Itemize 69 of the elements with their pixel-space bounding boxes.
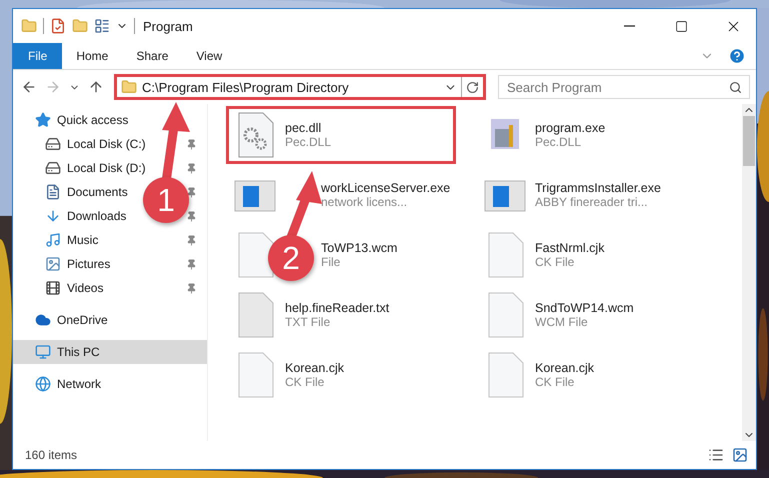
file-type: CK File	[285, 375, 326, 389]
file-name[interactable]: SndToWP14.wcm	[535, 301, 634, 315]
maximize-icon	[674, 20, 688, 32]
sidebar-item[interactable]: OneDrive	[13, 308, 207, 332]
pin-icon	[186, 186, 197, 198]
sidebar-item[interactable]: Network	[13, 372, 207, 396]
file-type: Pec.DLL	[535, 135, 582, 149]
file-name[interactable]: Korean.cjk	[535, 361, 594, 375]
cloud-icon	[35, 312, 51, 328]
sidebar-item[interactable]: Documents	[13, 180, 136, 204]
pin-icon	[186, 162, 197, 174]
view-options-icon[interactable]	[94, 18, 110, 34]
file-name[interactable]: program.exe	[535, 121, 606, 135]
scroll-thumb[interactable]	[743, 116, 755, 166]
drive-icon	[45, 136, 61, 152]
item-count: 160 items	[25, 448, 78, 462]
pin-icon	[186, 138, 197, 150]
pin-icon	[186, 234, 197, 246]
large-icons-view-icon[interactable]	[732, 447, 748, 463]
file-type: CK File	[535, 375, 576, 389]
minimize-icon	[624, 25, 634, 27]
file-type: WCM File	[535, 315, 589, 329]
address-path: C:\Program Files\Program Directory	[141, 80, 350, 94]
folder-icon	[121, 79, 137, 95]
sidebar-item[interactable]: Music	[13, 228, 106, 252]
file-name[interactable]: Korean.cjk	[285, 361, 344, 375]
file-type: ABBY finereader tri...	[535, 195, 648, 209]
file-name[interactable]: ToWP13.wcm	[321, 241, 398, 255]
ribbon-tab[interactable]: Home	[62, 43, 122, 69]
download-icon	[45, 208, 61, 224]
file-type: Pec.DLL	[285, 135, 332, 149]
sidebar-item[interactable]: Local Disk (D:)	[13, 156, 154, 180]
pin-icon	[186, 282, 197, 294]
file-name[interactable]: pec.dll	[285, 121, 332, 135]
globe-icon	[35, 376, 51, 392]
star-icon	[35, 112, 51, 128]
help-icon[interactable]	[728, 47, 746, 65]
sidebar-item[interactable]: Local Disk (C:)	[13, 132, 154, 156]
file-menu-button[interactable]: File	[13, 43, 62, 69]
ribbon-tab[interactable]: View	[182, 43, 236, 69]
computer-icon	[35, 344, 51, 360]
sidebar-item[interactable]: Pictures	[13, 252, 118, 276]
file-name[interactable]: workLicenseServer.exe	[321, 181, 450, 195]
refresh-icon	[466, 80, 479, 94]
music-icon	[45, 232, 61, 248]
pin-icon	[186, 258, 197, 270]
window-title: Program	[143, 18, 194, 34]
file-type: CK File	[535, 255, 576, 269]
file-name[interactable]: help.fineReader.txt	[285, 301, 390, 315]
document-icon	[45, 184, 61, 200]
drive-icon	[45, 160, 61, 176]
search-field[interactable]: Search Program	[498, 75, 750, 99]
file-type: TXT File	[285, 315, 332, 329]
address-bar[interactable]: C:\Program Files\Program Directory	[114, 74, 486, 100]
sidebar-item[interactable]: Downloads	[13, 204, 134, 228]
details-view-icon[interactable]	[708, 447, 724, 463]
picture-icon	[45, 256, 61, 272]
ribbon-tab[interactable]: Share	[122, 43, 182, 69]
file-name[interactable]: FastNrml.cjk	[535, 241, 604, 255]
properties-icon[interactable]	[50, 18, 66, 34]
pin-icon	[186, 210, 197, 222]
film-icon	[45, 280, 61, 296]
sidebar-item[interactable]: Quick access	[13, 108, 207, 132]
sidebar-item[interactable]: Videos	[13, 276, 112, 300]
file-name[interactable]: TrigrammsInstaller.exe	[535, 181, 661, 195]
search-icon	[729, 81, 742, 94]
file-type: network licens...	[321, 195, 408, 209]
file-type: File	[321, 255, 342, 269]
sidebar-item[interactable]: This PC	[13, 340, 207, 364]
